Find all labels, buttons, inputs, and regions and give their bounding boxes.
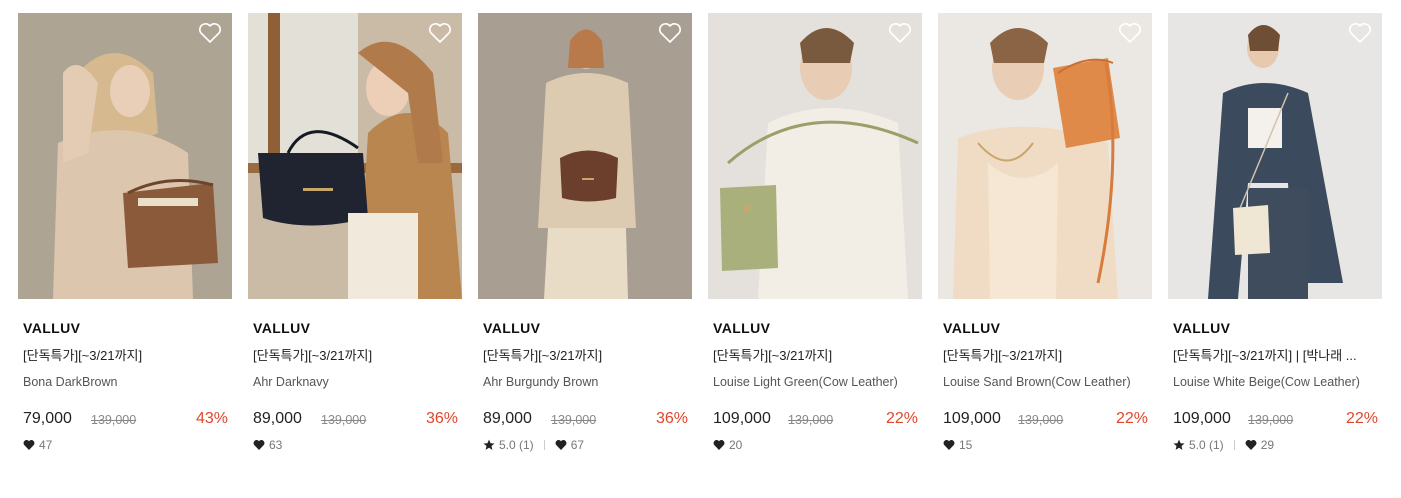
wishlist-heart-icon[interactable] bbox=[1348, 22, 1372, 44]
brand-name[interactable]: VALLUV bbox=[1173, 319, 1382, 337]
product-card[interactable]: VALLUV [단독특가][~3/21까지] Louise Light Gree… bbox=[708, 13, 922, 453]
heart-icon bbox=[555, 440, 567, 450]
like-count: 47 bbox=[39, 438, 53, 452]
product-card[interactable]: VALLUV [단독특가][~3/21까지] Louise Sand Brown… bbox=[938, 13, 1152, 453]
divider bbox=[543, 440, 545, 450]
heart-icon bbox=[23, 440, 35, 450]
wishlist-heart-icon[interactable] bbox=[428, 22, 452, 44]
price-row: 109,000 139,000 22% bbox=[943, 410, 1148, 432]
sale-price: 109,000 bbox=[713, 410, 771, 427]
product-image[interactable] bbox=[708, 13, 922, 299]
original-price: 139,000 bbox=[551, 413, 597, 427]
product-name[interactable]: Ahr Darknavy bbox=[253, 374, 458, 410]
product-photo bbox=[1168, 13, 1382, 299]
meta-row: 20 bbox=[713, 437, 922, 453]
price-row: 89,000 139,000 36% bbox=[253, 410, 458, 432]
meta-row: 5.0 (1) 67 bbox=[483, 437, 692, 453]
product-name[interactable]: Louise Sand Brown(Cow Leather) bbox=[943, 374, 1148, 410]
rating-score: 5.0 (1) bbox=[499, 438, 534, 452]
meta-row: 63 bbox=[253, 437, 462, 453]
product-card[interactable]: VALLUV [단독특가][~3/21까지] Ahr Burgundy Brow… bbox=[478, 13, 692, 453]
original-price: 139,000 bbox=[1018, 413, 1064, 427]
original-price: 139,000 bbox=[1248, 413, 1294, 427]
brand-name[interactable]: VALLUV bbox=[713, 319, 922, 337]
rating-score: 5.0 (1) bbox=[1189, 438, 1224, 452]
discount-rate: 22% bbox=[1115, 410, 1148, 427]
original-price: 139,000 bbox=[788, 413, 834, 427]
price-row: 109,000 139,000 22% bbox=[1173, 410, 1378, 432]
sale-price: 109,000 bbox=[943, 410, 1001, 427]
product-name[interactable]: Bona DarkBrown bbox=[23, 374, 228, 410]
promo-text: [단독특가][~3/21까지] bbox=[943, 348, 1063, 363]
star-icon bbox=[1173, 439, 1185, 450]
promo-text: [단독특가][~3/21까지] bbox=[253, 348, 373, 363]
product-photo bbox=[478, 13, 692, 299]
sale-price: 79,000 bbox=[23, 410, 72, 427]
price-row: 89,000 139,000 36% bbox=[483, 410, 688, 432]
product-name[interactable]: Louise Light Green(Cow Leather) bbox=[713, 374, 918, 410]
like-count: 67 bbox=[570, 438, 585, 452]
discount-rate: 22% bbox=[1345, 410, 1378, 427]
brand-name[interactable]: VALLUV bbox=[253, 319, 462, 337]
product-image[interactable] bbox=[478, 13, 692, 299]
original-price: 139,000 bbox=[91, 413, 137, 427]
sale-price: 89,000 bbox=[253, 410, 302, 427]
product-photo bbox=[708, 13, 922, 299]
wishlist-heart-icon[interactable] bbox=[658, 22, 682, 44]
meta-row: 15 bbox=[943, 437, 1152, 453]
like-count: 29 bbox=[1260, 438, 1275, 452]
product-photo bbox=[18, 13, 232, 299]
wishlist-heart-icon[interactable] bbox=[888, 22, 912, 44]
promo-text: [단독특가][~3/21까지] | [박나래 ... bbox=[1173, 348, 1357, 363]
product-name[interactable]: Louise White Beige(Cow Leather) bbox=[1173, 374, 1378, 410]
product-photo bbox=[248, 13, 462, 299]
promo-text: [단독특가][~3/21까지] bbox=[483, 348, 603, 363]
heart-icon bbox=[943, 440, 955, 450]
promo-text: [단독특가][~3/21까지] bbox=[713, 348, 833, 363]
like-count: 15 bbox=[959, 438, 973, 452]
brand-name[interactable]: VALLUV bbox=[23, 319, 232, 337]
wishlist-heart-icon[interactable] bbox=[198, 22, 222, 44]
heart-icon bbox=[1245, 440, 1257, 450]
discount-rate: 36% bbox=[655, 410, 688, 427]
heart-icon bbox=[253, 440, 265, 450]
divider bbox=[1233, 440, 1235, 450]
product-name[interactable]: Ahr Burgundy Brown bbox=[483, 374, 688, 410]
discount-rate: 43% bbox=[195, 410, 228, 427]
price-row: 79,000 139,000 43% bbox=[23, 410, 228, 432]
product-grid: VALLUV [단독특가][~3/21까지] Bona DarkBrown 79… bbox=[0, 0, 1401, 498]
discount-rate: 22% bbox=[885, 410, 918, 427]
product-card[interactable]: VALLUV [단독특가][~3/21까지] Ahr Darknavy 89,0… bbox=[248, 13, 462, 453]
meta-row: 5.0 (1) 29 bbox=[1173, 437, 1382, 453]
product-image[interactable] bbox=[938, 13, 1152, 299]
promo-text: [단독특가][~3/21까지] bbox=[23, 348, 143, 363]
original-price: 139,000 bbox=[321, 413, 367, 427]
wishlist-heart-icon[interactable] bbox=[1118, 22, 1142, 44]
product-card[interactable]: VALLUV [단독특가][~3/21까지] Bona DarkBrown 79… bbox=[18, 13, 232, 453]
discount-rate: 36% bbox=[425, 410, 458, 427]
price-row: 109,000 139,000 22% bbox=[713, 410, 918, 432]
sale-price: 109,000 bbox=[1173, 410, 1231, 427]
like-count: 20 bbox=[729, 438, 743, 452]
product-image[interactable] bbox=[1168, 13, 1382, 299]
like-count: 63 bbox=[269, 438, 283, 452]
product-image[interactable] bbox=[18, 13, 232, 299]
heart-icon bbox=[713, 440, 725, 450]
product-image[interactable] bbox=[248, 13, 462, 299]
brand-name[interactable]: VALLUV bbox=[943, 319, 1152, 337]
star-icon bbox=[483, 439, 495, 450]
product-card[interactable]: VALLUV [단독특가][~3/21까지] | [박나래 ... Louise… bbox=[1168, 13, 1382, 453]
sale-price: 89,000 bbox=[483, 410, 532, 427]
brand-name[interactable]: VALLUV bbox=[483, 319, 692, 337]
meta-row: 47 bbox=[23, 437, 232, 453]
product-photo bbox=[938, 13, 1152, 299]
